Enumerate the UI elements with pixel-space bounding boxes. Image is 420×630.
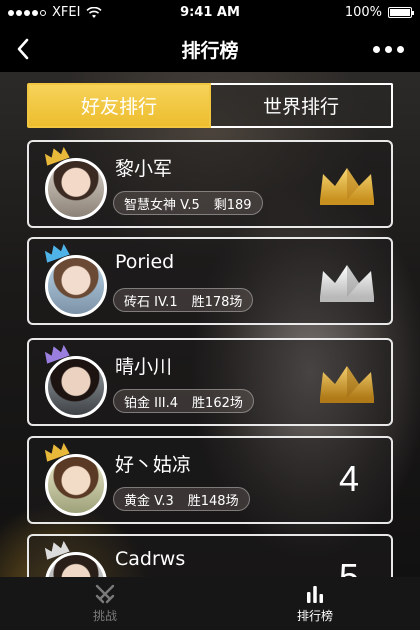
gold-crown-icon — [320, 168, 374, 205]
silver-crown-icon — [320, 265, 374, 302]
bronze-crown-icon — [320, 366, 374, 403]
player-name: 好丶姑凉 — [115, 454, 192, 476]
avatar-container — [41, 243, 111, 319]
avatar-container — [41, 344, 111, 420]
tab-world[interactable]: 世界排行 — [211, 83, 393, 128]
player-stat: 胜162场 — [192, 395, 243, 411]
ranking-tabs: 好友排行 世界排行 — [27, 83, 393, 128]
player-stat: 胜148场 — [187, 493, 239, 509]
more-button[interactable] — [366, 38, 410, 60]
tab-challenge[interactable]: 挑战 — [0, 577, 210, 630]
player-stat: 胜178场 — [191, 294, 243, 310]
rank-number: 4 — [338, 458, 359, 499]
avatar — [45, 158, 107, 220]
list-item[interactable]: Poried 砖石 IV.1 胜178场 — [27, 237, 393, 325]
status-bar: XFEI 9:41 AM 100% — [0, 0, 420, 26]
tab-label: 排行榜 — [296, 609, 333, 623]
battery-percent: 100% — [344, 5, 382, 20]
more-dots-icon — [372, 45, 380, 53]
player-name: 黎小军 — [115, 158, 173, 180]
player-info: 铂金 III.4 胜162场 — [113, 389, 254, 413]
avatar-container — [41, 146, 111, 222]
player-tier: 智慧女神 V.5 — [124, 197, 200, 213]
avatar — [45, 356, 107, 418]
nav-bar: 排行榜 — [0, 26, 420, 72]
list-item[interactable]: 晴小川 铂金 III.4 胜162场 — [27, 338, 393, 426]
battery-icon — [388, 7, 414, 18]
bottom-tab-bar: 挑战 排行榜 — [0, 577, 420, 630]
player-name: Poried — [115, 251, 175, 273]
crossed-swords-icon — [95, 584, 115, 604]
avatar-container — [41, 442, 111, 518]
player-tier: 砖石 IV.1 — [124, 294, 178, 310]
list-item[interactable]: 好丶姑凉 黄金 V.3 胜148场 4 — [27, 436, 393, 524]
player-stat: 剩189 — [213, 197, 252, 213]
player-tier: 黄金 V.3 — [124, 493, 174, 509]
player-info: 砖石 IV.1 胜178场 — [113, 288, 254, 312]
status-right: 100% — [344, 5, 414, 20]
tab-leaderboard[interactable]: 排行榜 — [210, 577, 420, 630]
player-info: 黄金 V.3 胜148场 — [113, 487, 250, 511]
page-title: 排行榜 — [181, 40, 239, 62]
avatar — [45, 454, 107, 516]
player-info: 智慧女神 V.5 剩189 — [113, 191, 263, 215]
tab-friends[interactable]: 好友排行 — [27, 83, 211, 128]
player-tier: 铂金 III.4 — [124, 395, 179, 411]
tab-label: 挑战 — [92, 609, 117, 623]
player-name: Cadrws — [115, 548, 186, 570]
bar-chart-icon — [307, 586, 323, 603]
list-item[interactable]: 黎小军 智慧女神 V.5 剩189 — [27, 140, 393, 228]
avatar — [45, 255, 107, 317]
player-name: 晴小川 — [115, 356, 173, 378]
